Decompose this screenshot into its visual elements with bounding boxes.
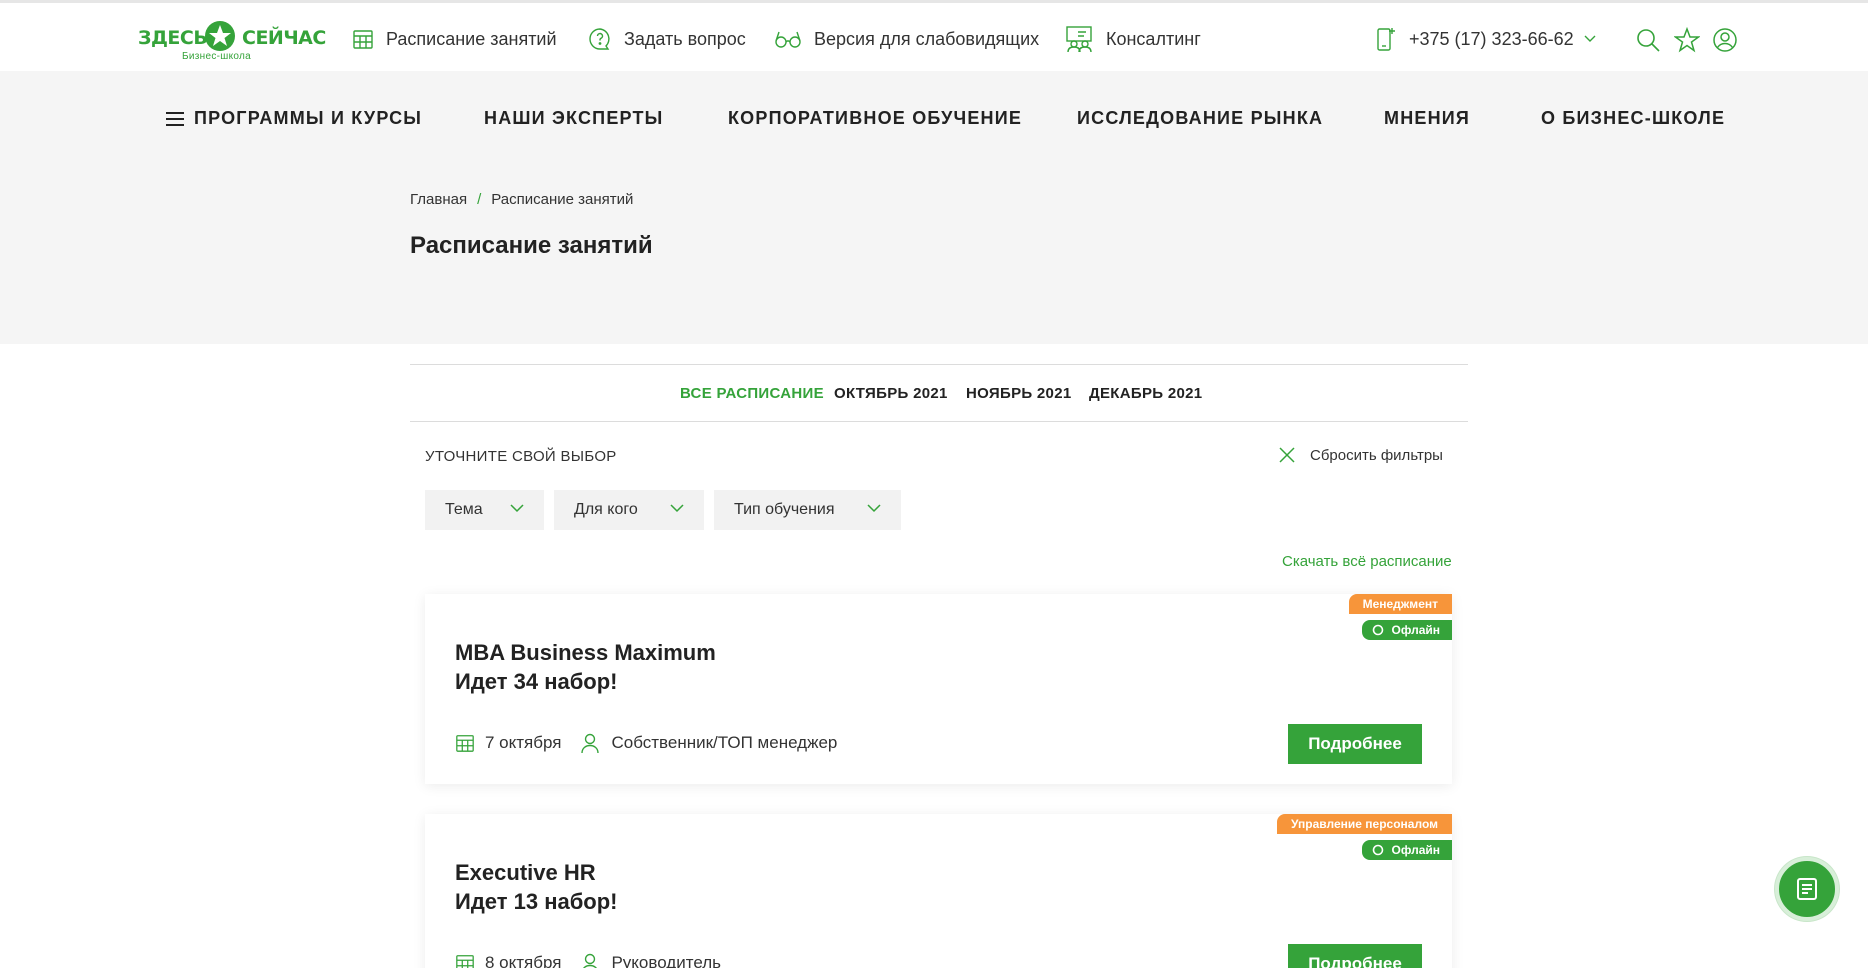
chat-message-icon [1797, 878, 1817, 900]
calendar-icon [456, 735, 474, 752]
search-icon[interactable] [1635, 27, 1661, 53]
course-title-line-1: MBA Business Maximum [455, 640, 716, 665]
course-title-line-2: Идет 13 набор! [455, 889, 618, 914]
toplink-accessibility-label: Версия для слабовидящих [814, 28, 1040, 49]
phone-number: +375 (17) 323-66-62 [1409, 28, 1574, 49]
brand-word-2: СЕЙЧАС [242, 27, 326, 49]
toplink-schedule[interactable]: Расписание занятий [352, 25, 557, 53]
course-audience: Собственник/ТОП менеджер [579, 732, 837, 754]
course-title-line-2: Идет 34 набор! [455, 669, 618, 694]
consulting-icon [1066, 26, 1092, 53]
reset-filters-label: Сбросить фильтры [1310, 446, 1443, 464]
top-bar: ЗДЕСЬ СЕЙЧАС Бизнес-школа Расписание зан… [0, 3, 1868, 71]
calendar-icon [353, 30, 373, 49]
toplink-ask-question[interactable]: Задать вопрос [588, 25, 746, 53]
circle-icon [1372, 624, 1383, 636]
category-badge: Менеджмент [1348, 594, 1452, 614]
nav-item-opinions[interactable]: Мнения [1384, 108, 1470, 129]
course-title-line-1: Executive HR [455, 860, 596, 885]
person-icon [583, 953, 598, 968]
toplink-schedule-label: Расписание занятий [386, 28, 557, 49]
course-meta: 7 октября Собственник/ТОП менеджер [455, 732, 837, 754]
course-card: Менеджмент Офлайн MBA Business Maximum И… [425, 594, 1452, 784]
details-button[interactable]: Подробнее [1288, 724, 1422, 764]
course-meta: 8 октября Руководитель [455, 952, 721, 968]
star-icon[interactable] [1674, 27, 1700, 53]
dropdown-audience[interactable]: Для кого [554, 490, 704, 530]
nav-item-research[interactable]: Исследование рынка [1077, 108, 1323, 129]
filter-heading: Уточните свой выбор [425, 448, 617, 465]
dropdown-learning-type[interactable]: Тип обучения [714, 490, 901, 530]
course-card: Управление персоналом Офлайн Executive H… [425, 814, 1452, 968]
course-audience: Руководитель [579, 952, 721, 968]
close-icon [1279, 447, 1295, 463]
format-badge: Офлайн [1361, 620, 1452, 640]
breadcrumb: Главная / Расписание занятий [410, 191, 633, 208]
breadcrumb-current: Расписание занятий [491, 191, 634, 208]
chat-button[interactable] [1775, 857, 1839, 921]
dropdown-learning-type-label: Тип обучения [734, 501, 835, 518]
nav-item-experts[interactable]: Наши эксперты [484, 108, 664, 129]
course-title[interactable]: Executive HR Идет 13 набор! [455, 858, 618, 916]
tab-october[interactable]: Октябрь 2021 [834, 385, 948, 402]
circle-icon [1372, 844, 1383, 856]
course-date: 7 октября [485, 733, 562, 752]
details-button[interactable]: Подробнее [1288, 944, 1422, 968]
main-nav: Программы и курсы Наши эксперты Корпорат… [0, 104, 1868, 136]
toplink-accessibility[interactable]: Версия для слабовидящих [774, 25, 1039, 53]
nav-item-experts-label: Наши эксперты [484, 108, 664, 128]
phone-icon [1377, 28, 1395, 51]
nav-item-about-label: О бизнес-школе [1541, 108, 1726, 128]
course-title[interactable]: MBA Business Maximum Идет 34 набор! [455, 638, 716, 696]
nav-item-programs-label: Программы и курсы [194, 108, 423, 128]
schedule-tabs: Все расписание Октябрь 2021 Ноябрь 2021 … [410, 364, 1468, 422]
reset-filters-button[interactable]: Сбросить фильтры [1278, 446, 1443, 464]
course-date: 8 октября [485, 953, 562, 968]
nav-item-corporate-label: Корпоративное обучение [728, 108, 1023, 128]
dropdown-audience-label: Для кого [574, 501, 638, 518]
page-title: Расписание занятий [410, 232, 653, 259]
dropdown-topic-label: Тема [445, 501, 483, 518]
menu-icon [166, 111, 184, 126]
tab-all[interactable]: Все расписание [680, 385, 824, 402]
dropdown-topic[interactable]: Тема [425, 490, 544, 530]
brand-logo[interactable]: ЗДЕСЬ СЕЙЧАС Бизнес-школа [138, 17, 326, 62]
toplink-consulting[interactable]: Консалтинг [1064, 25, 1201, 53]
brand-star-icon [205, 21, 235, 51]
course-audience-label: Руководитель [611, 953, 721, 968]
format-badge-label: Офлайн [1391, 623, 1440, 637]
nav-item-opinions-label: Мнения [1384, 108, 1471, 128]
chevron-down-icon [1584, 35, 1596, 42]
category-badge: Управление персоналом [1277, 814, 1452, 834]
brand-subtitle: Бизнес-школа [182, 51, 251, 62]
tab-december[interactable]: Декабрь 2021 [1089, 385, 1202, 402]
calendar-icon [456, 955, 474, 968]
phone-selector[interactable]: +375 (17) 323-66-62 [1375, 25, 1596, 53]
breadcrumb-home[interactable]: Главная [410, 191, 467, 208]
nav-item-about[interactable]: О бизнес-школе [1541, 108, 1725, 129]
chevron-down-icon [670, 504, 684, 513]
toplink-consulting-label: Консалтинг [1106, 28, 1201, 49]
question-chat-icon [589, 28, 610, 50]
format-badge: Офлайн [1361, 840, 1452, 860]
glasses-icon [775, 31, 801, 48]
nav-item-corporate[interactable]: Корпоративное обучение [728, 108, 1022, 129]
tab-november[interactable]: Ноябрь 2021 [966, 385, 1072, 402]
user-icon[interactable] [1712, 27, 1738, 53]
course-audience-label: Собственник/ТОП менеджер [611, 733, 838, 752]
brand-word-1: ЗДЕСЬ [138, 27, 208, 49]
chevron-down-icon [867, 504, 881, 513]
toplink-ask-question-label: Задать вопрос [624, 28, 746, 49]
breadcrumb-separator: / [477, 191, 482, 208]
format-badge-label: Офлайн [1391, 843, 1440, 857]
person-icon [581, 733, 600, 754]
nav-item-programs[interactable]: Программы и курсы [166, 108, 422, 129]
chevron-down-icon [510, 504, 524, 513]
download-schedule-link[interactable]: Скачать всё расписание [1282, 553, 1452, 570]
nav-item-research-label: Исследование рынка [1077, 108, 1324, 128]
